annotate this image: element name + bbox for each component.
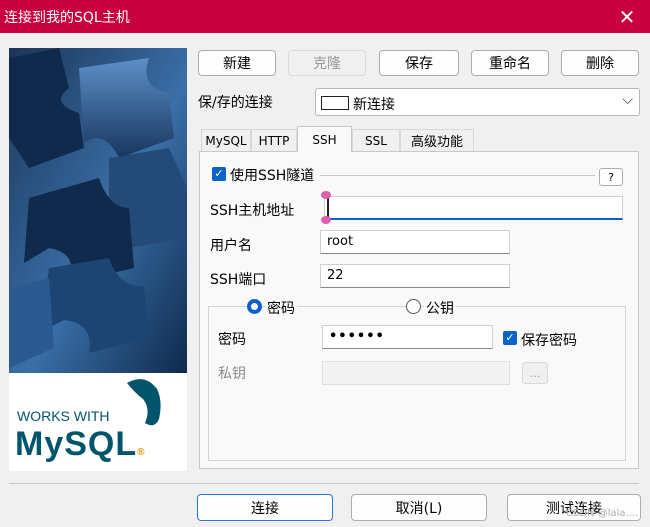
browse-key-button[interactable]: ... [522, 362, 548, 384]
tab-mysql[interactable]: MySQL [201, 129, 251, 151]
title-bar: 连接到我的SQL主机 ✕ [0, 0, 650, 33]
ssh-port-input[interactable]: 22 [320, 264, 510, 288]
ssh-user-label: 用户名 [210, 238, 252, 254]
mysql-logo: MySQL® [15, 425, 146, 464]
cancel-button[interactable]: 取消(L) [351, 494, 487, 521]
ssh-host-input[interactable] [324, 196, 623, 220]
save-password-checkbox[interactable]: ✓ [503, 331, 517, 345]
ssh-port-label: SSH端口 [210, 272, 267, 288]
help-button[interactable]: ? [599, 168, 623, 186]
footer-divider [9, 483, 639, 484]
tab-http[interactable]: HTTP [251, 129, 297, 151]
rename-button[interactable]: 重命名 [471, 50, 549, 76]
auth-password-label: 密码 [265, 298, 297, 318]
password-input[interactable]: •••••• [322, 325, 493, 349]
tab-ssh[interactable]: SSH [297, 126, 352, 152]
delete-button[interactable]: 删除 [561, 50, 639, 76]
ssh-user-input[interactable]: root [320, 230, 510, 254]
registered-mark: ® [137, 447, 146, 458]
private-key-input[interactable] [322, 361, 510, 385]
chevron-down-icon[interactable]: ⌵ [622, 92, 633, 108]
tab-ssl[interactable]: SSL [352, 129, 400, 151]
private-key-label: 私钥 [218, 366, 246, 382]
save-button[interactable]: 保存 [379, 50, 459, 76]
saved-connection-label: 保/存的连接 [198, 95, 273, 111]
new-button[interactable]: 新建 [198, 50, 276, 76]
connection-box-icon [321, 96, 349, 110]
watermark: CSDN @lala.... [566, 508, 639, 519]
auth-key-label: 公钥 [424, 298, 456, 318]
window-title: 连接到我的SQL主机 [4, 9, 130, 26]
auth-key-radio[interactable] [406, 299, 421, 314]
section-divider [320, 175, 595, 176]
use-ssh-tunnel-label: 使用SSH隧道 [230, 168, 315, 184]
tab-advanced[interactable]: 高级功能 [400, 129, 474, 151]
text-cursor-icon [327, 198, 329, 217]
use-ssh-tunnel-checkbox[interactable]: ✓ [212, 167, 226, 181]
works-with-label: WORKS WITH [17, 408, 110, 424]
clone-button[interactable]: 克隆 [288, 50, 366, 76]
save-password-label: 保存密码 [521, 333, 577, 349]
close-icon[interactable]: ✕ [614, 4, 640, 30]
sidebar-panel: WORKS WITH MySQL® [9, 48, 187, 471]
password-label: 密码 [218, 332, 246, 348]
mysql-logo-text: MySQL [15, 425, 138, 463]
saved-connection-value: 新连接 [353, 97, 395, 113]
selection-handle-bottom [321, 216, 331, 224]
selection-handle-top [321, 191, 331, 199]
ssh-host-label: SSH主机地址 [210, 203, 295, 219]
saved-connection-select[interactable]: 新连接 ⌵ [315, 88, 640, 116]
auth-password-radio[interactable] [247, 299, 262, 314]
connect-button[interactable]: 连接 [197, 494, 333, 521]
